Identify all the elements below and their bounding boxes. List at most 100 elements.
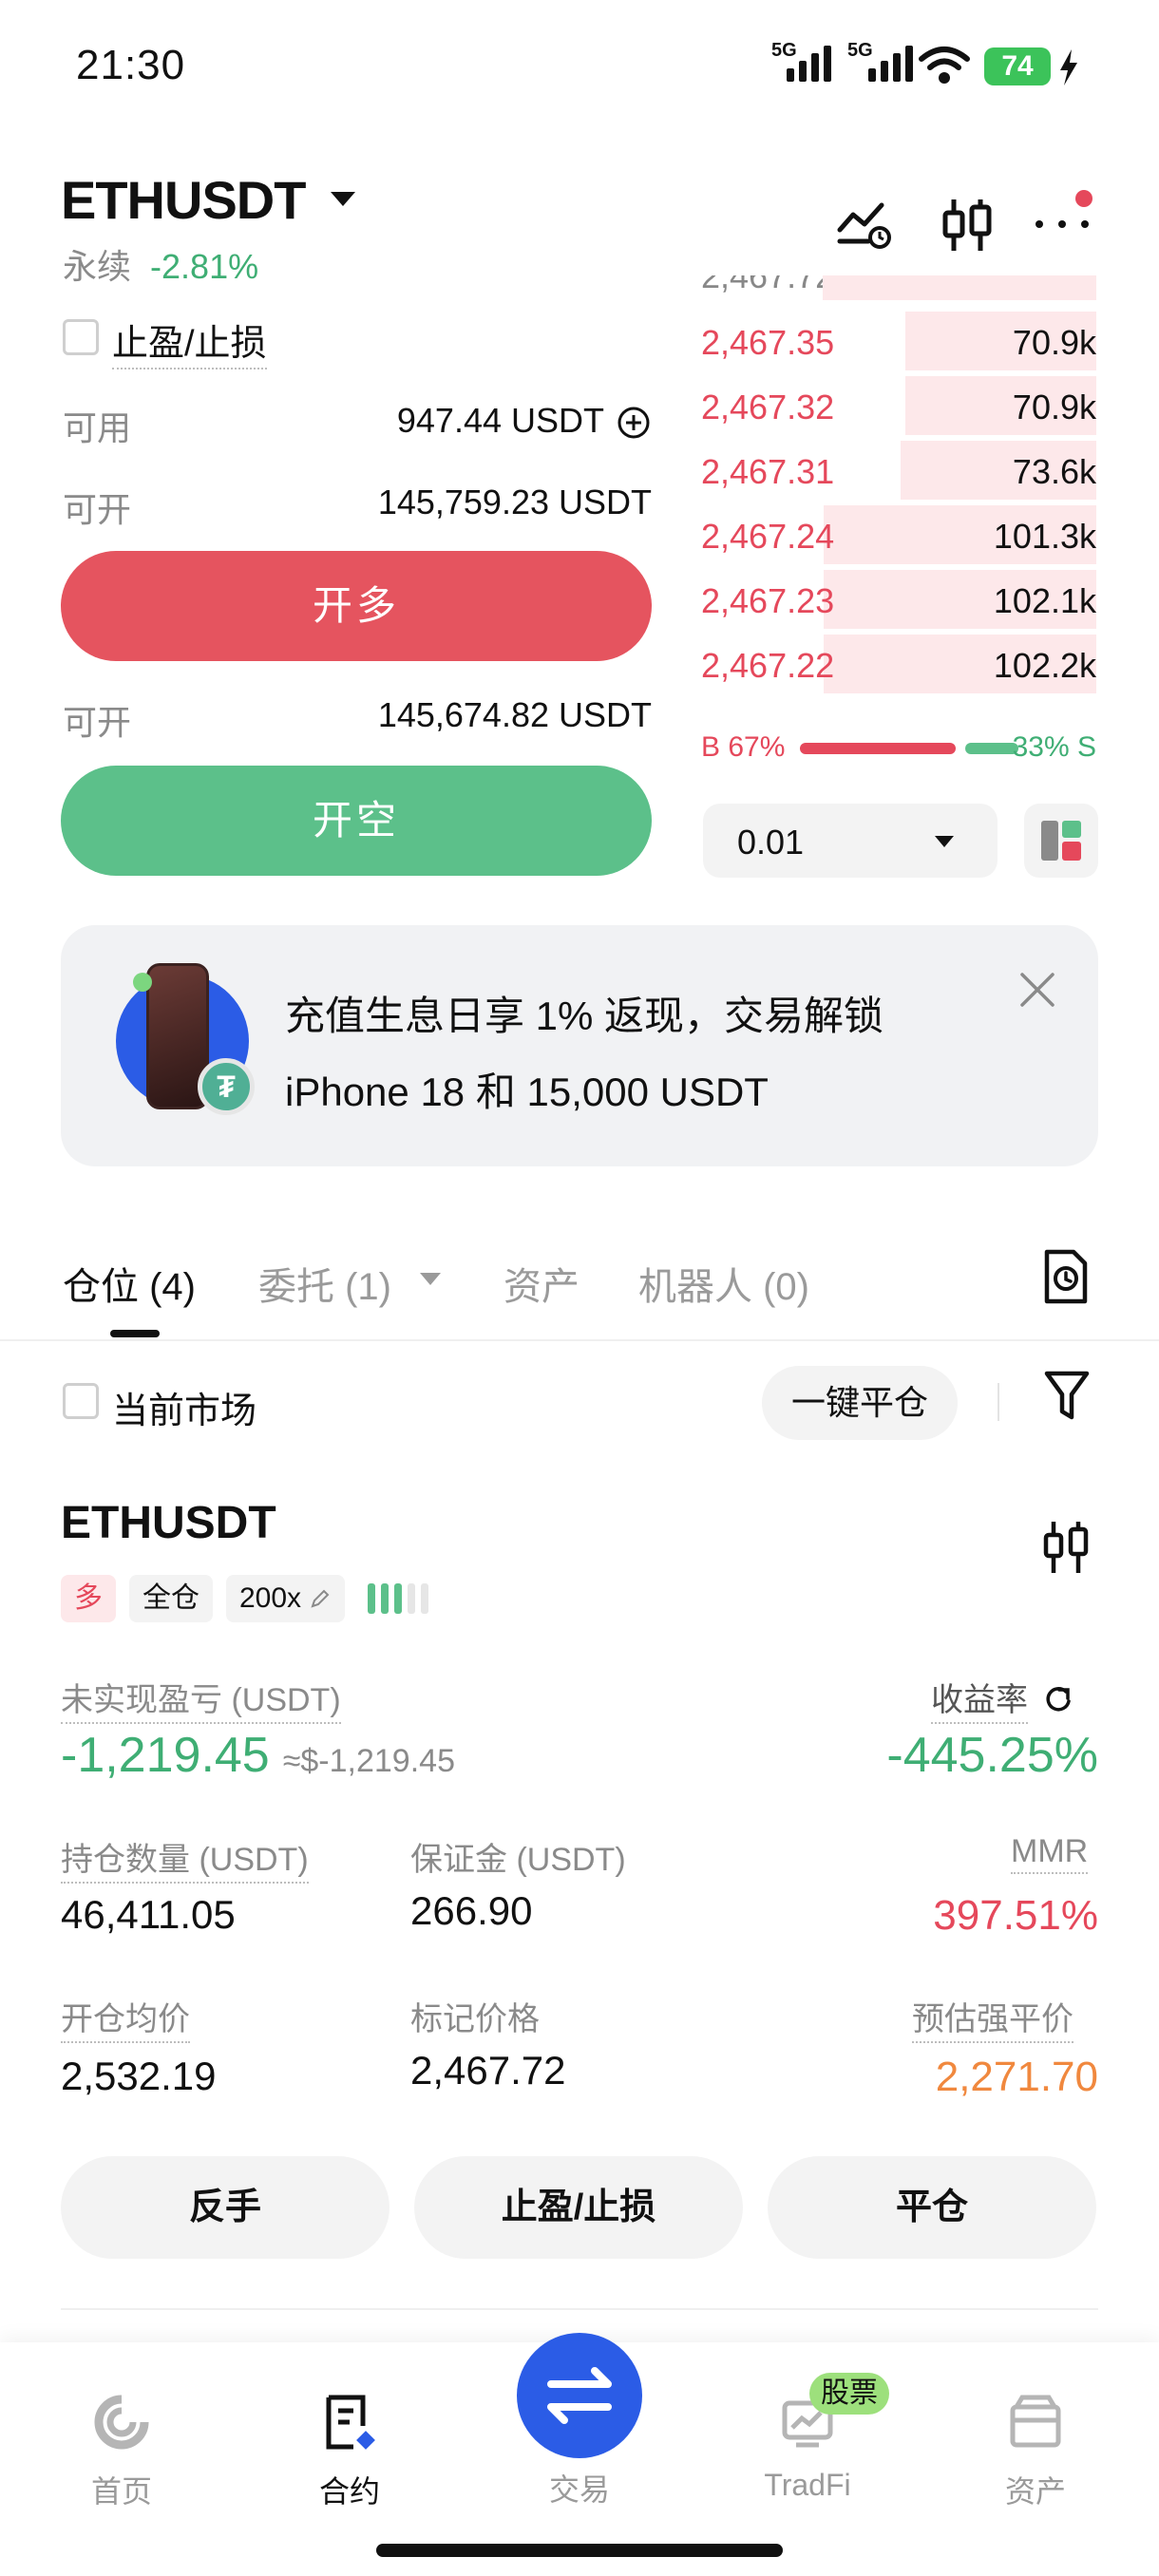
mmr-label[interactable]: MMR bbox=[1011, 1833, 1089, 1874]
nav-tradfi-label: TradFi bbox=[764, 2468, 851, 2502]
layout-icon bbox=[1041, 821, 1081, 861]
ask-qty: 70.9k bbox=[1012, 323, 1096, 362]
tab-bots[interactable]: 机器人 (0) bbox=[638, 1256, 809, 1311]
card-divider bbox=[61, 2308, 1098, 2310]
charging-icon bbox=[1060, 49, 1077, 85]
close-all-button[interactable]: 一键平仓 bbox=[762, 1366, 958, 1440]
orderbook-ask-row[interactable]: 2,467.23 102.1k bbox=[701, 570, 1096, 629]
ask-price: 2,467.32 bbox=[701, 388, 835, 426]
filter-icon[interactable] bbox=[1043, 1370, 1091, 1423]
battery-level: 74 bbox=[984, 47, 1051, 85]
position-symbol[interactable]: ETHUSDT bbox=[61, 1497, 276, 1549]
ask-price: 2,467.31 bbox=[701, 452, 835, 491]
contract-icon bbox=[326, 2395, 375, 2450]
roe-label: 收益率 bbox=[931, 1674, 1028, 1724]
current-market-label[interactable]: 当前市场 bbox=[112, 1381, 256, 1433]
buy-ratio-bar bbox=[800, 743, 956, 754]
status-time: 21:30 bbox=[76, 42, 186, 88]
tpsl-button[interactable]: 止盈/止损 bbox=[414, 2156, 743, 2259]
unrealized-pnl-label[interactable]: 未实现盈亏 (USDT) bbox=[61, 1674, 341, 1724]
precision-value: 0.01 bbox=[737, 823, 805, 862]
nav-assets-label: 资产 bbox=[1004, 2474, 1066, 2509]
promo-banner[interactable]: ₮ 充值生息日享 1% 返现，交易解锁 iPhone 18 和 15,000 U… bbox=[61, 925, 1098, 1166]
signal-indicators: 5G 5G bbox=[771, 40, 914, 82]
filter-divider bbox=[998, 1383, 999, 1421]
available-label: 可用 bbox=[63, 408, 132, 447]
orderbook-ask-row[interactable]: 2,467.35 70.9k bbox=[701, 312, 1096, 370]
mark-price-label: 标记价格 bbox=[410, 2001, 540, 2037]
leverage-tag[interactable]: 200x bbox=[226, 1575, 346, 1622]
ask-price: 2,467.24 bbox=[701, 517, 835, 556]
tpsl-checkbox[interactable] bbox=[63, 319, 99, 355]
trade-fab-button[interactable] bbox=[517, 2333, 642, 2458]
open-long-label: 可开 bbox=[63, 490, 132, 529]
close-icon[interactable] bbox=[1018, 971, 1056, 1009]
orderbook-layout-button[interactable] bbox=[1024, 804, 1098, 878]
promo-line-2: iPhone 18 和 15,000 USDT bbox=[285, 1070, 769, 1114]
margin-value: 266.90 bbox=[410, 1888, 533, 1933]
swap-icon bbox=[547, 2367, 612, 2424]
orderbook-ask-row[interactable]: 2,467.31 73.6k bbox=[701, 441, 1096, 500]
unrealized-pnl-value: -1,219.45 bbox=[61, 1728, 270, 1783]
buy-ratio: B 67% bbox=[701, 731, 786, 763]
ask-qty: 73.6k bbox=[1012, 452, 1096, 491]
add-funds-icon[interactable] bbox=[616, 405, 652, 441]
precision-dropdown-icon bbox=[935, 836, 954, 847]
sell-ratio-bar bbox=[965, 743, 1018, 754]
orderbook-ask-row[interactable]: 2,467.22 102.2k bbox=[701, 635, 1096, 693]
reverse-button[interactable]: 反手 bbox=[61, 2156, 390, 2259]
sell-ratio: 33% S bbox=[1012, 731, 1096, 763]
ask-qty: 70.9k bbox=[1012, 388, 1096, 426]
close-position-button[interactable]: 平仓 bbox=[768, 2156, 1096, 2259]
entry-price-value: 2,532.19 bbox=[61, 2054, 217, 2098]
liq-price-label[interactable]: 预估强平价 bbox=[912, 1993, 1074, 2043]
liq-price-value: 2,271.70 bbox=[935, 2054, 1098, 2100]
wifi-icon bbox=[919, 47, 970, 84]
contract-info: 永续 -2.81% bbox=[63, 239, 258, 289]
nav-assets[interactable]: 资产 bbox=[940, 2394, 1130, 2511]
usdt-logo-icon: ₮ bbox=[198, 1058, 255, 1115]
open-short-value: 145,674.82 USDT bbox=[377, 695, 652, 734]
margin-mode-tag: 全仓 bbox=[129, 1575, 213, 1622]
open-short-button[interactable]: 开空 bbox=[61, 766, 652, 876]
contract-type: 永续 bbox=[63, 247, 132, 286]
more-menu-icon[interactable] bbox=[1036, 220, 1089, 228]
tabs-divider bbox=[0, 1339, 1159, 1341]
candlestick-chart-icon[interactable] bbox=[940, 196, 994, 255]
orderbook-cut-row: 2,467.72 bbox=[701, 275, 1096, 300]
symbol-title[interactable]: ETHUSDT bbox=[61, 169, 306, 231]
roe-header[interactable]: 收益率 bbox=[931, 1674, 1074, 1724]
trend-alert-icon[interactable] bbox=[836, 198, 897, 251]
home-icon bbox=[94, 2395, 149, 2450]
ask-qty: 101.3k bbox=[993, 517, 1096, 556]
symbol-dropdown-icon[interactable] bbox=[331, 192, 355, 206]
stocks-badge: 股票 bbox=[809, 2373, 889, 2415]
share-icon[interactable] bbox=[1043, 1684, 1074, 1714]
tab-active-indicator bbox=[110, 1330, 160, 1337]
position-chart-icon[interactable] bbox=[1041, 1520, 1091, 1575]
unrealized-pnl: -1,219.45 ≈$-1,219.45 bbox=[61, 1727, 455, 1784]
nav-trade-label[interactable]: 交易 bbox=[484, 2466, 674, 2510]
nav-home-label: 首页 bbox=[90, 2474, 152, 2509]
tab-assets[interactable]: 资产 bbox=[504, 1256, 580, 1311]
order-history-icon[interactable] bbox=[1041, 1248, 1091, 1305]
nav-home[interactable]: 首页 bbox=[27, 2394, 217, 2511]
price-change: -2.81% bbox=[150, 247, 259, 286]
entry-price-label[interactable]: 开仓均价 bbox=[61, 1993, 190, 2043]
signal-icon-2: 5G bbox=[847, 40, 914, 82]
orderbook-ask-row[interactable]: 2,467.32 70.9k bbox=[701, 376, 1096, 435]
open-short-label: 可开 bbox=[63, 703, 132, 742]
orderbook-ask-row[interactable]: 2,467.24 101.3k bbox=[701, 505, 1096, 564]
tab-orders[interactable]: 委托 (1) bbox=[258, 1256, 391, 1311]
side-tag: 多 bbox=[61, 1575, 116, 1622]
precision-select[interactable]: 0.01 bbox=[703, 804, 998, 878]
current-market-checkbox[interactable] bbox=[63, 1383, 99, 1419]
position-size-label[interactable]: 持仓数量 (USDT) bbox=[61, 1833, 309, 1884]
ask-price: 2,467.22 bbox=[701, 646, 835, 685]
orders-dropdown-icon[interactable] bbox=[420, 1273, 441, 1285]
tpsl-label[interactable]: 止盈/止损 bbox=[112, 313, 267, 369]
nav-contract[interactable]: 合约 bbox=[255, 2394, 445, 2511]
tab-positions[interactable]: 仓位 (4) bbox=[63, 1256, 196, 1311]
open-long-button[interactable]: 开多 bbox=[61, 551, 652, 661]
roe-value: -445.25% bbox=[886, 1728, 1098, 1783]
